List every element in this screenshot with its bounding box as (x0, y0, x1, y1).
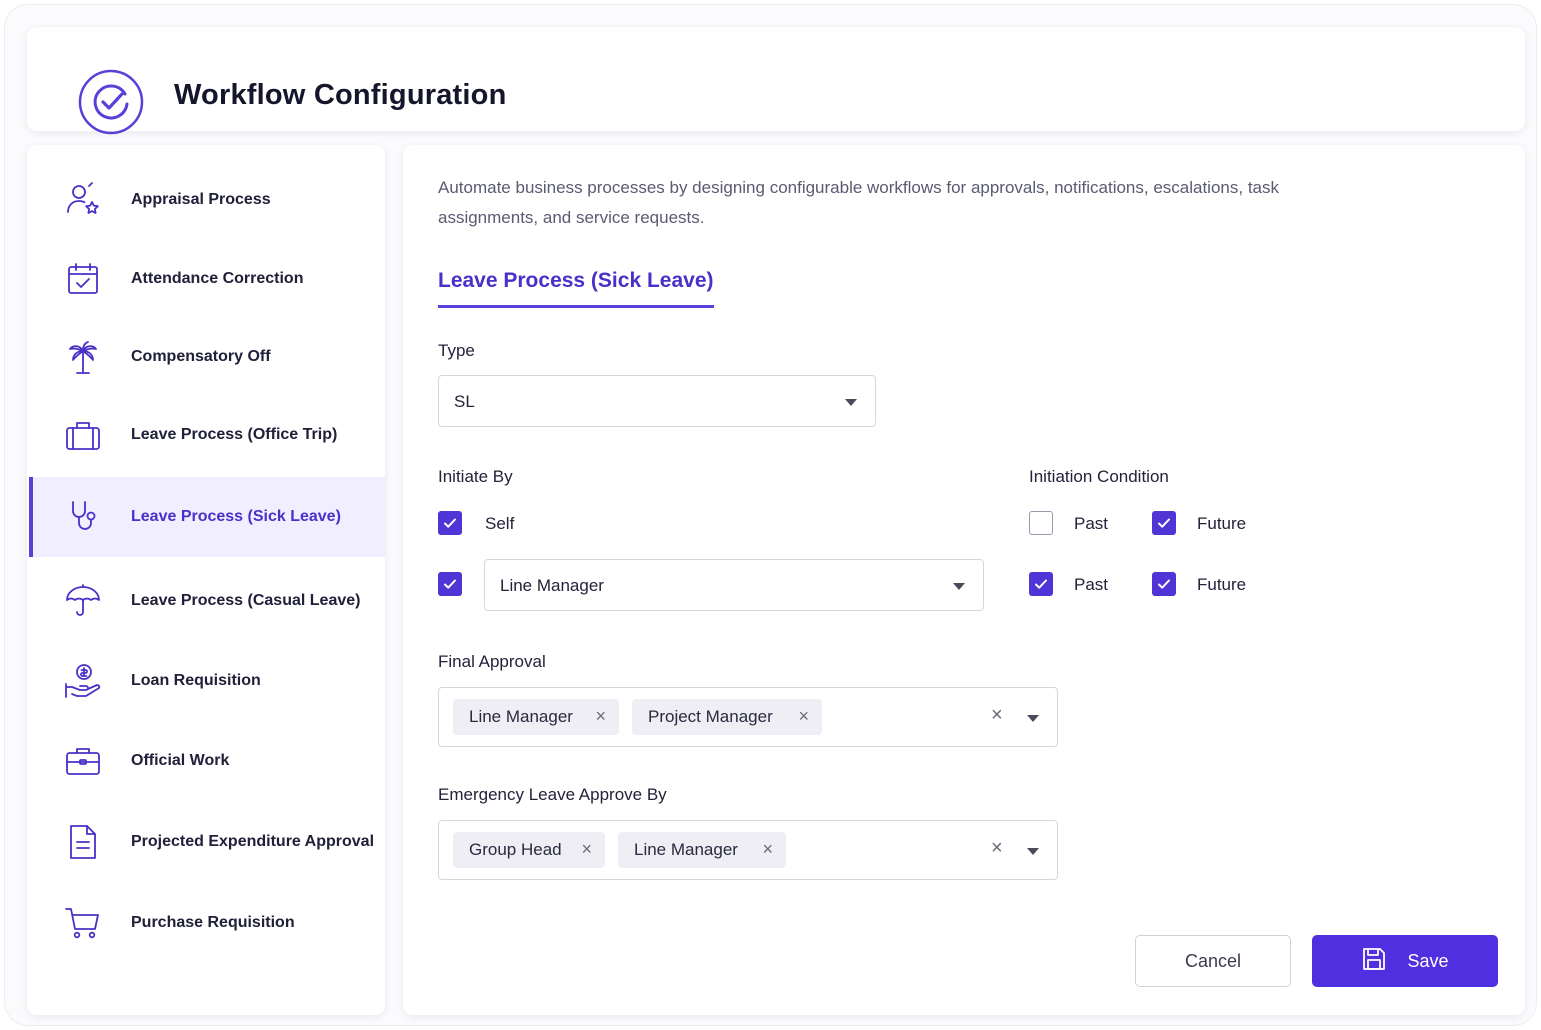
initiate-other-checkbox[interactable] (438, 572, 462, 596)
initiate-by-label: Initiate By (438, 467, 513, 486)
chip-remove-icon[interactable]: × (595, 706, 606, 727)
cancel-button[interactable]: Cancel (1135, 935, 1291, 987)
row2-future-checkbox[interactable] (1152, 572, 1176, 596)
clear-all-icon[interactable]: × (991, 837, 1003, 860)
chip: Project Manager × (632, 699, 822, 735)
chip-label: Group Head (469, 840, 562, 859)
save-button[interactable]: Save (1312, 935, 1498, 987)
sidebar-item-attendance-correction[interactable]: Attendance Correction (29, 239, 385, 319)
row1-future-checkbox[interactable] (1152, 511, 1176, 535)
chevron-down-icon (953, 583, 965, 590)
chevron-down-icon[interactable] (1027, 715, 1039, 722)
initiate-role-select[interactable]: Line Manager (484, 559, 984, 611)
save-icon (1361, 946, 1407, 977)
document-icon (63, 822, 103, 862)
sidebar-item-label: Leave Process (Sick Leave) (131, 508, 341, 525)
sidebar-item-purchase-requisition[interactable]: Purchase Requisition (29, 883, 385, 963)
sidebar-item-sick-leave[interactable]: Leave Process (Sick Leave) (29, 477, 385, 557)
chip-remove-icon[interactable]: × (581, 839, 592, 860)
emergency-approve-multiselect[interactable]: Group Head × Line Manager × × (438, 820, 1058, 880)
type-select[interactable]: SL (438, 375, 876, 427)
sidebar-item-compensatory-off[interactable]: Compensatory Off (29, 317, 385, 397)
sidebar-item-official-work[interactable]: Official Work (29, 721, 385, 801)
row2-past-checkbox[interactable] (1029, 572, 1053, 596)
sidebar-item-label: Projected Expenditure Approval (131, 833, 375, 850)
page-title: Workflow Configuration (174, 79, 507, 111)
emergency-approve-label: Emergency Leave Approve By (438, 785, 667, 804)
header: Workflow Configuration (27, 27, 1525, 135)
hand-coin-icon (63, 661, 103, 701)
cart-icon (63, 903, 103, 943)
chip-label: Project Manager (648, 707, 773, 726)
user-star-icon (63, 180, 103, 220)
chevron-down-icon (845, 399, 857, 406)
briefcase-icon (63, 741, 103, 781)
sidebar-item-label: Leave Process (Casual Leave) (131, 592, 361, 609)
type-label: Type (438, 341, 475, 360)
chip: Group Head × (453, 832, 605, 868)
sidebar-item-label: Appraisal Process (131, 191, 271, 208)
chip: Line Manager × (453, 699, 619, 735)
save-button-label: Save (1407, 950, 1449, 971)
calendar-check-icon (63, 259, 103, 299)
row2-past-label: Past (1074, 575, 1109, 594)
palm-tree-icon (63, 337, 103, 377)
sidebar-item-office-trip[interactable]: Leave Process (Office Trip) (29, 395, 385, 475)
page-description: Automate business processes by designing… (438, 178, 1279, 227)
chip-label: Line Manager (469, 707, 573, 726)
sidebar-item-projected-expenditure[interactable]: Projected Expenditure Approval (29, 802, 385, 882)
initiate-self-label: Self (485, 514, 515, 533)
sidebar-item-label: Compensatory Off (131, 348, 271, 365)
initiate-self-checkbox[interactable] (438, 511, 462, 535)
type-select-value: SL (454, 392, 475, 411)
row1-past-label: Past (1074, 514, 1109, 533)
sidebar-item-label: Leave Process (Office Trip) (131, 426, 338, 443)
sidebar-item-casual-leave[interactable]: Leave Process (Casual Leave) (29, 561, 385, 641)
main-panel: Automate business processes by designing… (403, 145, 1525, 1015)
sidebar: Appraisal Process Attendance Correction … (27, 145, 385, 1015)
sidebar-item-label: Official Work (131, 752, 230, 769)
sidebar-item-label: Loan Requisition (131, 672, 261, 689)
chip-remove-icon[interactable]: × (762, 839, 773, 860)
initiate-role-value: Line Manager (500, 576, 604, 595)
suitcase-icon (63, 415, 103, 455)
final-approval-multiselect[interactable]: Line Manager × Project Manager × × (438, 687, 1058, 747)
chevron-down-icon[interactable] (1027, 848, 1039, 855)
sidebar-item-label: Purchase Requisition (131, 914, 295, 931)
sidebar-item-appraisal-process[interactable]: Appraisal Process (29, 160, 385, 240)
cancel-button-label: Cancel (1184, 950, 1242, 971)
tab-sick-leave[interactable]: Leave Process (Sick Leave) (438, 269, 714, 308)
stethoscope-icon (64, 497, 104, 537)
chip-remove-icon[interactable]: × (798, 706, 809, 727)
chip: Line Manager × (618, 832, 786, 868)
sidebar-item-loan-requisition[interactable]: Loan Requisition (29, 641, 385, 721)
final-approval-label: Final Approval (438, 652, 546, 671)
chip-label: Line Manager (634, 840, 738, 859)
row1-past-checkbox[interactable] (1029, 511, 1053, 535)
sidebar-item-label: Attendance Correction (131, 270, 304, 287)
circle-check-icon (77, 68, 145, 141)
initiation-condition-label: Initiation Condition (1029, 467, 1169, 486)
umbrella-icon (63, 581, 103, 621)
row1-future-label: Future (1197, 514, 1247, 533)
row2-future-label: Future (1197, 575, 1247, 594)
app-window: Workflow Configuration Appraisal Process… (4, 4, 1537, 1026)
clear-all-icon[interactable]: × (991, 704, 1003, 727)
